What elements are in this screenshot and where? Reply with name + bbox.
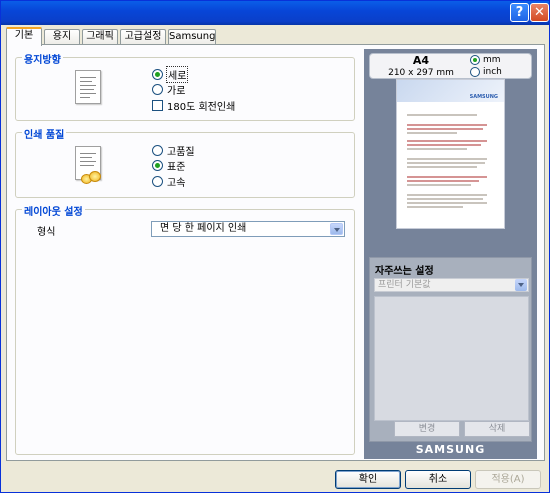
paper-dimensions: 210 x 297 mm <box>388 68 454 78</box>
layout-group: 레이아웃 설정 <box>15 203 355 455</box>
radio-label: inch <box>483 67 502 77</box>
ok-button[interactable]: 확인 <box>335 470 401 489</box>
preview-logo: SAMSUNG <box>469 94 498 100</box>
preview-panel: A4 210 x 297 mm mm inch SAMSUNG 자주쓰는 설정 … <box>364 49 537 459</box>
cancel-button[interactable]: 취소 <box>405 470 471 489</box>
layout-type-dropdown[interactable]: 면 당 한 페이지 인쇄 <box>151 221 345 237</box>
paper-size-info: A4 210 x 297 mm <box>376 55 466 79</box>
paper-size-name: A4 <box>412 54 430 67</box>
radio-label: 고속 <box>167 178 186 189</box>
radio-icon <box>470 67 480 77</box>
tab-paper[interactable]: 용지 <box>44 29 80 45</box>
layout-title: 레이아웃 설정 <box>22 203 85 218</box>
radio-label: mm <box>483 55 501 65</box>
rotate-180-checkbox[interactable]: 180도 회전인쇄 <box>152 98 235 113</box>
favorites-delete-button[interactable]: 삭제 <box>464 421 530 437</box>
help-button[interactable]: ? <box>510 3 529 22</box>
dropdown-value: 프린터 기본값 <box>378 280 431 290</box>
radio-label: 표준 <box>167 162 186 173</box>
unit-mm-radio[interactable]: mm <box>470 55 501 65</box>
radio-icon <box>152 176 163 187</box>
dropdown-value: 면 당 한 페이지 인쇄 <box>160 223 247 234</box>
checkbox-icon <box>152 100 163 111</box>
favorites-list[interactable] <box>374 296 529 421</box>
tab-basic[interactable]: 기본 <box>6 27 42 46</box>
favorites-box: 자주쓰는 설정 프린터 기본값 변경 삭제 <box>369 257 532 442</box>
tab-advanced[interactable]: 고급설정 <box>120 29 166 45</box>
chevron-down-icon[interactable] <box>330 223 343 235</box>
close-button[interactable]: ✕ <box>530 3 549 22</box>
orientation-landscape-radio[interactable]: 가로 <box>152 82 185 97</box>
tab-samsung[interactable]: Samsung <box>168 29 216 45</box>
quality-high-radio[interactable]: 고품질 <box>152 143 195 158</box>
radio-selected-icon <box>470 55 480 65</box>
radio-label: 고품질 <box>167 147 195 158</box>
page-preview: SAMSUNG <box>396 79 505 229</box>
printer-properties-window: ? ✕ 기본 용지 그래픽 고급설정 Samsung 용지방향 세로 가로 18… <box>0 0 550 493</box>
orientation-title: 용지방향 <box>22 51 63 66</box>
layout-type-label: 형식 <box>37 227 56 238</box>
apply-button[interactable]: 적용(A) <box>475 470 541 489</box>
portrait-page-icon <box>75 70 101 104</box>
favorites-dropdown[interactable]: 프린터 기본값 <box>374 278 529 292</box>
quality-title: 인쇄 품질 <box>22 126 67 141</box>
radio-label: 가로 <box>167 86 186 97</box>
radio-selected-icon <box>152 160 163 171</box>
favorites-title: 자주쓰는 설정 <box>375 266 434 277</box>
paper-size-card: A4 210 x 297 mm mm inch <box>369 53 532 79</box>
chevron-down-icon[interactable] <box>515 279 527 291</box>
unit-inch-radio[interactable]: inch <box>470 67 502 77</box>
quality-fast-radio[interactable]: 고속 <box>152 174 185 189</box>
favorites-change-button[interactable]: 변경 <box>394 421 460 437</box>
orientation-portrait-radio[interactable]: 세로 <box>152 66 189 83</box>
radio-icon <box>152 84 163 95</box>
quality-normal-radio[interactable]: 표준 <box>152 158 185 173</box>
radio-selected-icon <box>152 69 163 80</box>
samsung-logo: SAMSUNG <box>415 443 486 456</box>
checkbox-label: 180도 회전인쇄 <box>167 102 236 113</box>
quality-stars-icon <box>81 171 105 185</box>
title-bar: ? ✕ <box>1 1 549 25</box>
radio-icon <box>152 145 163 156</box>
tab-graphic[interactable]: 그래픽 <box>82 29 118 45</box>
radio-label: 세로 <box>165 66 189 83</box>
